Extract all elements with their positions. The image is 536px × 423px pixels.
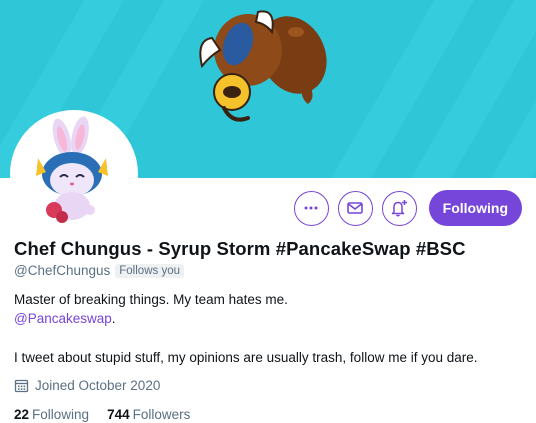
- envelope-icon: [347, 202, 363, 214]
- following-label: Following: [32, 407, 90, 422]
- notify-button[interactable]: [381, 190, 417, 226]
- bio-mention-link[interactable]: @Pancakeswap: [14, 311, 112, 326]
- follow-stats: 22 Following 744 Followers: [14, 407, 522, 422]
- joined-date: Joined October 2020: [14, 378, 522, 393]
- profile-info: Chef Chungus - Syrup Storm #PancakeSwap …: [14, 238, 522, 422]
- followers-label: Followers: [132, 407, 191, 422]
- following-stat-link[interactable]: 22 Following: [14, 407, 89, 422]
- bunny-chef-avatar-icon: [36, 116, 108, 223]
- joined-text: Joined October 2020: [35, 378, 161, 393]
- followers-stat-link[interactable]: 744 Followers: [107, 407, 190, 422]
- handle-row: @ChefChungus Follows you: [14, 263, 522, 278]
- bio-line-2: I tweet about stupid stuff, my opinions …: [14, 350, 478, 365]
- calendar-icon: [14, 379, 29, 393]
- more-icon: [304, 206, 318, 210]
- bell-add-icon: [391, 200, 408, 217]
- bio: Master of breaking things. My team hates…: [14, 290, 522, 367]
- following-count: 22: [14, 407, 30, 422]
- follows-you-badge: Follows you: [115, 263, 184, 278]
- profile-actions: Following: [293, 190, 522, 226]
- avatar[interactable]: [10, 110, 138, 238]
- display-name: Chef Chungus - Syrup Storm #PancakeSwap …: [14, 238, 466, 259]
- followers-count: 744: [107, 407, 130, 422]
- handle: @ChefChungus: [14, 263, 111, 278]
- message-button[interactable]: [337, 190, 373, 226]
- more-button[interactable]: [293, 190, 329, 226]
- bio-mention-suffix: .: [111, 311, 116, 326]
- following-button[interactable]: Following: [428, 190, 522, 226]
- bio-line-1: Master of breaking things. My team hates…: [14, 292, 288, 307]
